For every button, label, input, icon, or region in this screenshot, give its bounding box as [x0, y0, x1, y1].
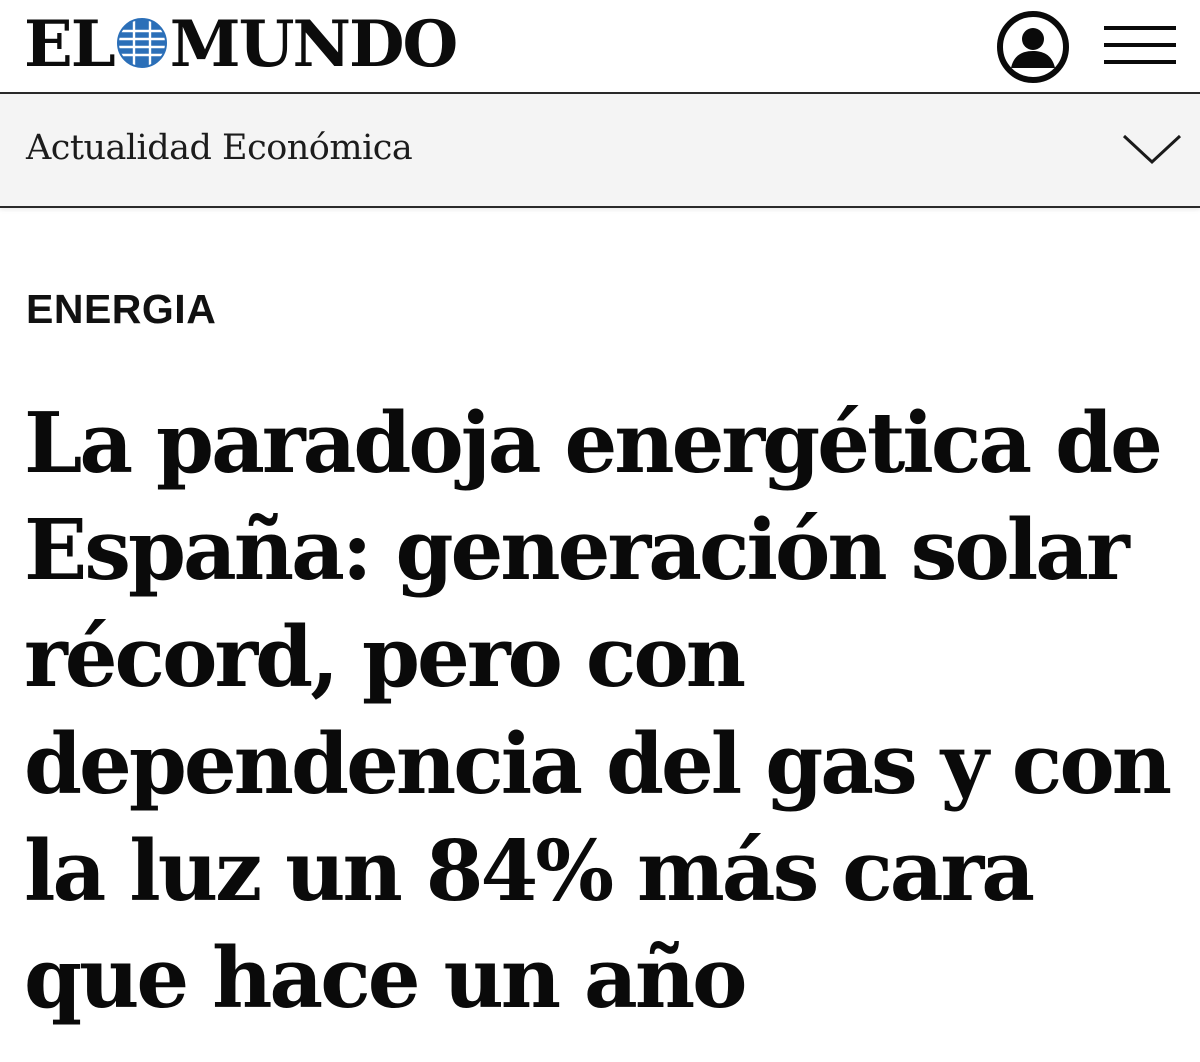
logo-text-el: EL	[24, 6, 116, 82]
headline-line: que hace un año	[24, 929, 748, 1027]
user-account-icon[interactable]	[996, 10, 1070, 84]
logo-text-mundo: MUNDO	[169, 6, 458, 82]
el-mundo-logo[interactable]: EL MUNDO	[24, 2, 458, 86]
globe-logo-icon	[116, 18, 167, 68]
article-headline: La paradoja energética de España: genera…	[24, 390, 1194, 1032]
chevron-down-icon[interactable]	[1120, 124, 1184, 172]
hamburger-menu-icon[interactable]	[1102, 16, 1178, 76]
section-title: Actualidad Económica	[26, 128, 413, 168]
headline-line: dependencia del gas y con	[24, 715, 1172, 813]
section-dropdown[interactable]: Actualidad Económica	[0, 94, 1200, 208]
headline-line: récord, pero con	[24, 608, 746, 706]
headline-line: España: generación solar	[24, 501, 1130, 599]
category-kicker[interactable]: ENERGIA	[26, 286, 216, 333]
site-header: EL MUNDO	[0, 0, 1200, 94]
headline-line: la luz un 84% más cara	[24, 822, 1035, 920]
headline-line: La paradoja energética de	[24, 394, 1163, 492]
